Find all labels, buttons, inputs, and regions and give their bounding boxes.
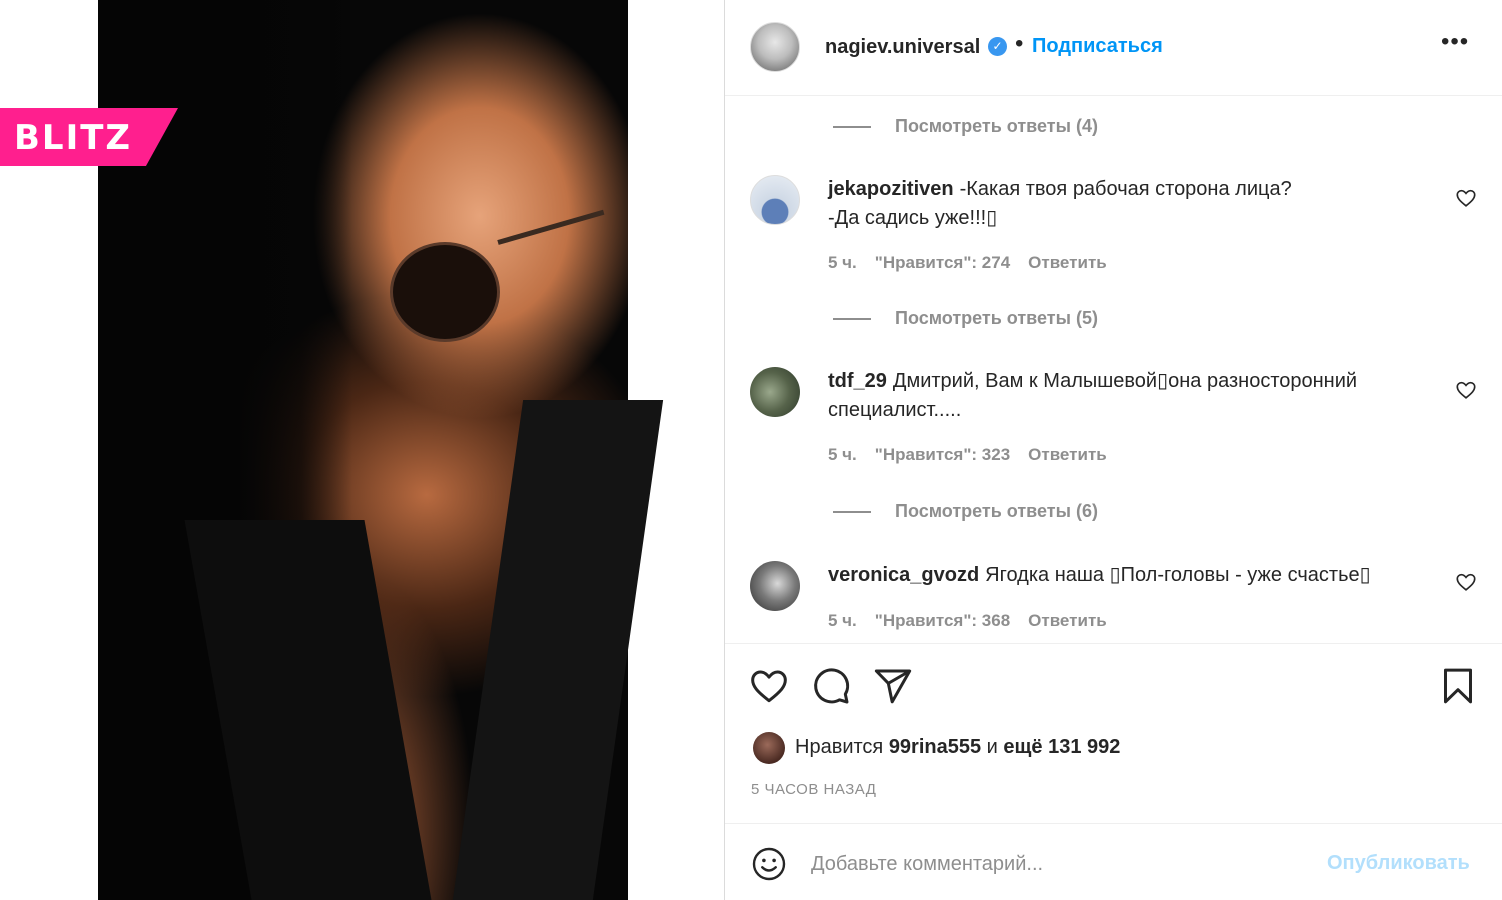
comment-text-line: Ягодка наша ▯Пол-головы - уже счастье▯ xyxy=(985,564,1371,586)
likes-middle: и xyxy=(981,736,1004,758)
author-avatar[interactable] xyxy=(750,22,800,72)
photo-sunglasses-lens xyxy=(390,242,500,342)
more-options-icon[interactable]: ••• xyxy=(1441,28,1469,56)
commenter-username[interactable]: tdf_29 xyxy=(828,370,887,392)
reply-button[interactable]: Ответить xyxy=(1028,253,1107,272)
post-actions-bar: Нравится 99rina555 и ещё 131 992 5 ЧАСОВ… xyxy=(725,643,1502,823)
author-username[interactable]: nagiev.universal xyxy=(825,36,980,59)
likes-count[interactable]: ещё 131 992 xyxy=(1003,736,1120,758)
comment-body: tdf_29 Дмитрий, Вам к Малышевой▯она разно… xyxy=(828,367,1428,425)
comment-meta: 5 ч. "Нравится": 368 Ответить xyxy=(828,611,1125,631)
verified-badge-icon: ✓ xyxy=(988,37,1007,56)
comment-input[interactable] xyxy=(811,848,1291,880)
comment-time: 5 ч. xyxy=(828,253,857,272)
comment-likes[interactable]: "Нравится": 368 xyxy=(875,611,1010,630)
post-photo xyxy=(98,0,664,900)
post-header: nagiev.universal ✓ • Подписаться ••• xyxy=(725,0,1502,96)
add-comment-bar: Опубликовать xyxy=(725,823,1502,900)
commenter-username[interactable]: veronica_gvozd xyxy=(828,564,979,586)
liker-username[interactable]: 99rina555 xyxy=(889,736,981,758)
replies-line xyxy=(833,318,871,321)
comment-time: 5 ч. xyxy=(828,611,857,630)
photo-sunglasses-arm xyxy=(497,209,605,245)
comment-time: 5 ч. xyxy=(828,445,857,464)
commenter-avatar[interactable] xyxy=(750,367,800,417)
likes-text: Нравится 99rina555 и ещё 131 992 xyxy=(795,736,1120,759)
liker-avatar[interactable] xyxy=(753,732,785,764)
post-side-panel: nagiev.universal ✓ • Подписаться ••• Пос… xyxy=(725,0,1502,900)
view-replies-label: Посмотреть ответы (6) xyxy=(895,501,1098,521)
photo-jacket-right xyxy=(452,400,664,900)
comment-like-heart-icon[interactable] xyxy=(1455,187,1477,209)
comment-text-line: Дмитрий, Вам к Малышевой▯она разносторон… xyxy=(892,370,1358,392)
comment-text-line: -Да садись уже!!!▯ xyxy=(828,207,998,229)
blitz-logo-text: BLITZ xyxy=(14,118,133,158)
view-replies-label: Посмотреть ответы (5) xyxy=(895,308,1098,328)
comment-icon[interactable] xyxy=(811,666,851,706)
likes-prefix: Нравится xyxy=(795,736,889,758)
comment-meta: 5 ч. "Нравится": 274 Ответить xyxy=(828,253,1125,273)
view-replies-button[interactable]: Посмотреть ответы (4) xyxy=(833,116,1098,137)
replies-line xyxy=(833,126,871,129)
reply-button[interactable]: Ответить xyxy=(1028,445,1107,464)
comment-meta: 5 ч. "Нравится": 323 Ответить xyxy=(828,445,1125,465)
commenter-avatar[interactable] xyxy=(750,175,800,225)
comment-text-line: специалист..... xyxy=(828,399,962,421)
post-timestamp[interactable]: 5 ЧАСОВ НАЗАД xyxy=(751,781,876,798)
publish-button[interactable]: Опубликовать xyxy=(1327,852,1470,875)
comment-text-line: -Какая твоя рабочая сторона лица? xyxy=(959,178,1292,200)
comment-like-heart-icon[interactable] xyxy=(1455,379,1477,401)
view-replies-button[interactable]: Посмотреть ответы (6) xyxy=(833,501,1098,522)
share-icon[interactable] xyxy=(873,666,913,706)
replies-line xyxy=(833,511,871,514)
commenter-avatar[interactable] xyxy=(750,561,800,611)
comment-body: jekapozitiven -Какая твоя рабочая сторона… xyxy=(828,175,1428,233)
emoji-icon[interactable] xyxy=(751,846,787,882)
commenter-username[interactable]: jekapozitiven xyxy=(828,178,954,200)
reply-button[interactable]: Ответить xyxy=(1028,611,1107,630)
bookmark-icon[interactable] xyxy=(1438,666,1478,706)
heart-icon[interactable] xyxy=(749,666,789,706)
comment-like-heart-icon[interactable] xyxy=(1455,571,1477,593)
view-replies-button[interactable]: Посмотреть ответы (5) xyxy=(833,308,1098,329)
comment-likes[interactable]: "Нравится": 323 xyxy=(875,445,1010,464)
view-replies-label: Посмотреть ответы (4) xyxy=(895,116,1098,136)
comment-likes[interactable]: "Нравится": 274 xyxy=(875,253,1010,272)
header-separator: • xyxy=(1015,30,1024,57)
comment-body: veronica_gvozd Ягодка наша ▯Пол-головы - … xyxy=(828,561,1428,590)
follow-button[interactable]: Подписаться xyxy=(1032,35,1163,58)
